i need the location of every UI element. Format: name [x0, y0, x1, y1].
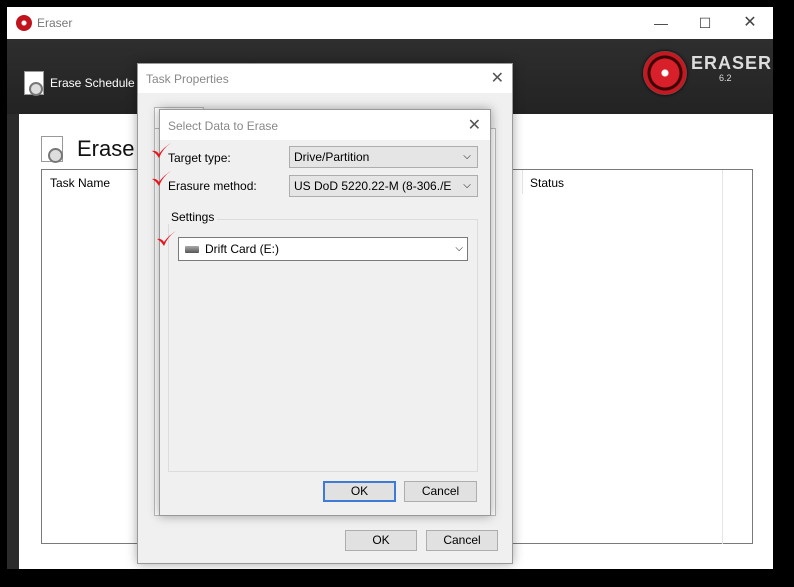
chevron-down-icon: ⌵	[463, 151, 471, 162]
logo-text: ERASER	[691, 53, 773, 73]
ok-button[interactable]: OK	[323, 481, 396, 502]
title-bar: Eraser — ☐ ✕	[7, 7, 773, 39]
document-clock-icon	[24, 71, 44, 96]
drive-select[interactable]: Drift Card (E:) ⌵	[178, 237, 468, 261]
eraser-app-icon	[16, 15, 32, 31]
dialog-title-bar: Select Data to Erase ✕	[160, 110, 490, 140]
close-icon[interactable]: ✕	[491, 68, 504, 88]
erasure-method-select[interactable]: US DoD 5220.22-M (8-306./E ⌵	[289, 175, 478, 197]
drive-icon	[185, 246, 199, 253]
window-title: Eraser	[37, 16, 73, 30]
dialog-title: Select Data to Erase	[168, 119, 279, 133]
logo-version: 6.2	[719, 73, 732, 83]
target-type-select[interactable]: Drive/Partition ⌵	[289, 146, 478, 168]
document-clock-icon	[41, 136, 63, 163]
column-header-task-name[interactable]: Task Name	[50, 176, 110, 190]
cancel-button[interactable]: Cancel	[404, 481, 477, 502]
maximize-button[interactable]: ☐	[695, 13, 715, 33]
minimize-button[interactable]: —	[651, 13, 671, 33]
ok-button[interactable]: OK	[345, 530, 417, 551]
column-divider	[722, 170, 723, 544]
erase-schedule-label: Erase Schedule	[50, 76, 135, 90]
erase-schedule-button[interactable]: Erase Schedule	[24, 69, 135, 97]
cancel-button[interactable]: Cancel	[426, 530, 498, 551]
chevron-down-icon: ⌵	[455, 243, 463, 254]
red-checkmark-icon	[157, 231, 176, 246]
close-button[interactable]: ✕	[740, 13, 760, 33]
column-divider	[522, 170, 523, 194]
select-data-dialog: Select Data to Erase ✕ Target type: Driv…	[159, 109, 491, 516]
dialog-title: Task Properties	[146, 72, 229, 86]
target-type-label: Target type:	[168, 151, 231, 165]
close-icon[interactable]: ✕	[468, 115, 481, 135]
erasure-method-label: Erasure method:	[168, 179, 257, 193]
drive-value: Drift Card (E:)	[205, 242, 280, 256]
target-type-value: Drive/Partition	[294, 150, 370, 164]
red-checkmark-icon	[152, 171, 171, 186]
column-header-status[interactable]: Status	[530, 176, 564, 190]
eraser-logo-icon	[643, 51, 687, 95]
erasure-method-value: US DoD 5220.22-M (8-306./E	[294, 179, 452, 193]
chevron-down-icon: ⌵	[463, 180, 471, 191]
red-checkmark-icon	[152, 143, 171, 158]
settings-label: Settings	[168, 210, 218, 224]
dialog-title-bar: Task Properties ✕	[138, 64, 512, 93]
page-title: Erase	[77, 136, 135, 161]
